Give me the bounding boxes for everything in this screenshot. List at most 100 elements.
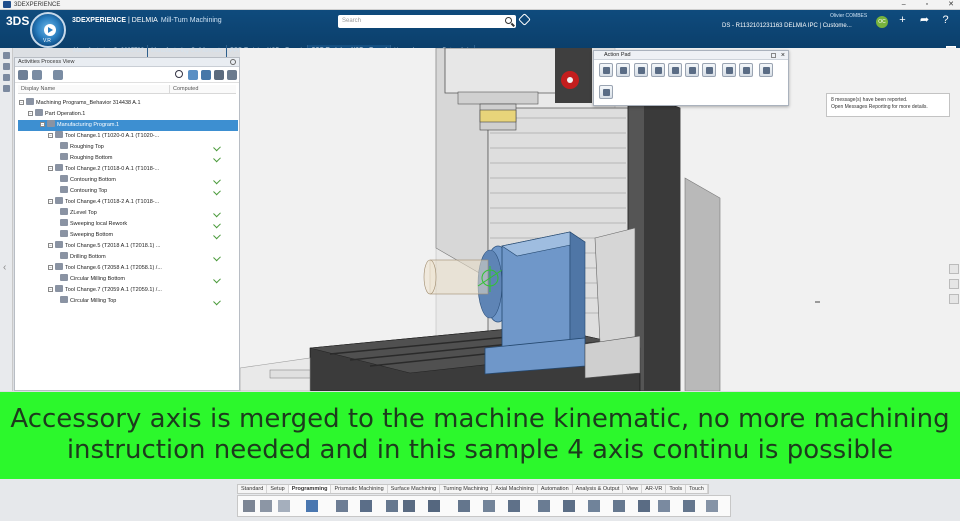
tree-item[interactable]: Contouring Top	[15, 186, 107, 197]
action-simulation-icon[interactable]	[722, 63, 736, 77]
tree-item[interactable]: − Tool Change.6 (T2058 A.1 (T2058.1) /...	[15, 263, 162, 274]
collaborative-context[interactable]: DS - R1132101231163 DELMIA IPC | Custome…	[722, 23, 852, 29]
column-display-name[interactable]: Display Name	[18, 85, 170, 93]
collapse-panel-icon[interactable]: ‹	[3, 262, 6, 273]
action-toolpath-icon[interactable]	[739, 63, 753, 77]
expand-collapse-icon[interactable]: −	[48, 199, 53, 204]
action-operation-icon[interactable]	[651, 63, 665, 77]
action-analysis-icon[interactable]	[759, 63, 773, 77]
section-tab[interactable]: Prismatic Machining	[331, 485, 388, 493]
tree-item[interactable]: Sweeping local Rework	[15, 219, 127, 230]
share-icon[interactable]: ➦	[919, 15, 930, 26]
action-contouring-icon[interactable]	[685, 63, 699, 77]
doc-tab[interactable]: Manufacturing Ce0005728	[70, 45, 148, 57]
process-view-icon[interactable]	[3, 63, 10, 70]
section-tab[interactable]: Surface Machining	[388, 485, 441, 493]
tree-item[interactable]: Sweeping Bottom	[15, 230, 113, 241]
compute-icon[interactable]	[563, 500, 575, 512]
section-tab-active[interactable]: Programming	[288, 485, 332, 493]
action-tool-icon[interactable]	[634, 63, 648, 77]
section-tab[interactable]: Touch	[686, 485, 708, 493]
pin-icon[interactable]	[771, 53, 776, 58]
doc-tab[interactable]: Manufacturing Cell formate	[148, 45, 227, 57]
close-button[interactable]: ✕	[948, 0, 954, 10]
search-icon[interactable]	[175, 70, 183, 78]
export-icon[interactable]	[227, 70, 237, 80]
pattern-icon[interactable]	[458, 500, 470, 512]
expand-collapse-icon[interactable]: −	[40, 122, 45, 127]
document-icon[interactable]	[613, 500, 625, 512]
view-mode-icon[interactable]	[949, 264, 959, 274]
help-icon[interactable]: ?	[940, 15, 951, 26]
tree-item[interactable]: − Tool Change.5 (T2018 A.1 (T2018.1) ...	[15, 241, 160, 252]
columns-icon[interactable]	[201, 70, 211, 80]
column-computed[interactable]: Computed	[170, 85, 198, 93]
compass-button[interactable]: V.R	[30, 12, 66, 48]
replay-icon[interactable]	[508, 500, 520, 512]
expand-collapse-icon[interactable]: −	[48, 133, 53, 138]
gear-icon[interactable]	[230, 59, 236, 65]
tree-item[interactable]: − Part Operation.1	[15, 109, 85, 120]
tree-item[interactable]: − Tool Change.7 (T2059 A.1 (T2059.1) /...	[15, 285, 162, 296]
search-icon[interactable]	[505, 17, 512, 24]
action-drilling-icon[interactable]	[702, 63, 716, 77]
toolpath-icon[interactable]	[483, 500, 495, 512]
cut-icon[interactable]	[243, 500, 255, 512]
user-name[interactable]: Olivier COMBES	[830, 13, 867, 19]
expand-collapse-icon[interactable]: −	[19, 100, 24, 105]
section-tab[interactable]: Analysis & Output	[573, 485, 624, 493]
minimize-button[interactable]: –	[902, 0, 906, 10]
expand-collapse-icon[interactable]: −	[48, 166, 53, 171]
undo-icon[interactable]	[306, 500, 318, 512]
expand-tree-icon[interactable]	[32, 70, 42, 80]
tree-item[interactable]: − Tool Change.4 (T1018-2 A.1 (T1018-...	[15, 197, 159, 208]
section-tab[interactable]: AR-VR	[642, 485, 667, 493]
action-machine-icon[interactable]	[599, 63, 613, 77]
expand-collapse-icon[interactable]: −	[48, 287, 53, 292]
avatar[interactable]: OC	[876, 16, 888, 28]
copy-icon[interactable]	[260, 500, 272, 512]
simulate-icon[interactable]	[538, 500, 550, 512]
tree-item[interactable]: Roughing Top	[15, 142, 104, 153]
program-icon[interactable]	[360, 500, 372, 512]
tree-item[interactable]: − Tool Change.1 (T1020-0 A.1 (T1020-...	[15, 131, 159, 142]
view-icon[interactable]	[658, 500, 670, 512]
tree-item[interactable]: Roughing Bottom	[15, 153, 113, 164]
expand-collapse-icon[interactable]: −	[48, 265, 53, 270]
action-edit-icon[interactable]	[599, 85, 613, 99]
tree-item[interactable]: ZLevel Top	[15, 208, 97, 219]
tree-item[interactable]: Contouring Bottom	[15, 175, 116, 186]
paste-icon[interactable]	[278, 500, 290, 512]
filter-tree-icon[interactable]	[18, 70, 28, 80]
action-roughing-icon[interactable]	[668, 63, 682, 77]
tree-item[interactable]: Drilling Bottom	[15, 252, 106, 263]
section-tab[interactable]: Automation	[538, 485, 573, 493]
tree-item[interactable]: − Machining Programs_Behavior 314438 A.1	[15, 98, 141, 109]
tree-item-selected[interactable]: − Manufacturing Program.1	[18, 120, 238, 131]
close-icon[interactable]: ×	[781, 51, 785, 60]
nc-output-icon[interactable]	[588, 500, 600, 512]
expand-collapse-icon[interactable]: −	[28, 111, 33, 116]
expand-collapse-icon[interactable]: −	[48, 243, 53, 248]
analysis-icon[interactable]	[638, 500, 650, 512]
funnel-filter-icon[interactable]	[188, 70, 198, 80]
display-options-icon[interactable]	[53, 70, 63, 80]
product-view-icon[interactable]	[3, 85, 10, 92]
chat-icon[interactable]	[949, 279, 959, 289]
tag-icon[interactable]	[518, 13, 531, 26]
resource-view-icon[interactable]	[3, 74, 10, 81]
camera-icon[interactable]	[949, 294, 959, 304]
section-tab[interactable]: Setup	[267, 485, 289, 493]
section-tab[interactable]: View	[623, 485, 643, 493]
tree-item[interactable]: − Tool Change.2 (T1018-0 A.1 (T1018-...	[15, 164, 159, 175]
section-tab[interactable]: Axial Machining	[492, 485, 538, 493]
maximize-button[interactable]: ▫	[926, 0, 928, 10]
machine-setup-icon[interactable]	[336, 500, 348, 512]
operation-list-icon[interactable]	[386, 500, 398, 512]
measure-icon[interactable]	[683, 500, 695, 512]
action-part-icon[interactable]	[616, 63, 630, 77]
tool-assembly-icon[interactable]	[428, 500, 440, 512]
tool-icon[interactable]	[403, 500, 415, 512]
more-tools-icon[interactable]	[706, 500, 718, 512]
section-tab[interactable]: Tools	[666, 485, 687, 493]
